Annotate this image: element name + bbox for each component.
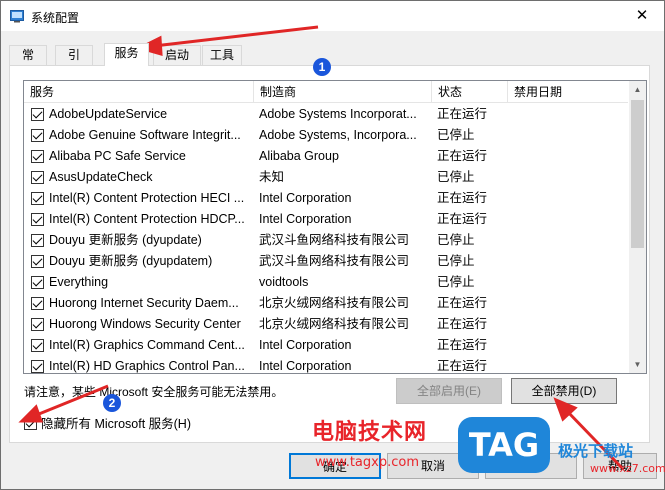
service-name: Intel(R) Content Protection HDCP... [49, 212, 245, 226]
service-name: Douyu 更新服务 (dyupdatem) [49, 254, 213, 268]
service-name: Intel(R) Content Protection HECI ... [49, 191, 245, 205]
service-checkbox[interactable] [31, 276, 44, 289]
service-manufacturer: 武汉斗鱼网络科技有限公司 [259, 233, 410, 247]
table-row[interactable]: Douyu 更新服务 (dyupdate) 武汉斗鱼网络科技有限公司 已停止 [24, 230, 628, 251]
scroll-down-arrow-icon[interactable]: ▼ [629, 356, 646, 373]
service-name: Douyu 更新服务 (dyupdate) [49, 233, 202, 247]
table-row[interactable]: Adobe Genuine Software Integrit... Adobe … [24, 125, 628, 146]
service-name: Intel(R) HD Graphics Control Pan... [49, 359, 245, 373]
service-name: Intel(R) Graphics Command Cent... [49, 338, 245, 352]
table-row[interactable]: Intel(R) Content Protection HECI ... Inte… [24, 188, 628, 209]
service-status: 已停止 [437, 233, 475, 247]
step-badge-1: 1 [313, 58, 331, 76]
table-row[interactable]: Intel(R) Graphics Command Cent... Intel C… [24, 335, 628, 356]
service-name: Huorong Windows Security Center [49, 317, 241, 331]
tab-tools[interactable]: 工具 [202, 45, 242, 65]
service-manufacturer: 北京火绒网络科技有限公司 [259, 296, 410, 310]
service-status: 正在运行 [437, 296, 488, 310]
service-manufacturer: Adobe Systems, Incorpora... [259, 128, 417, 142]
column-header-manufacturer[interactable]: 制造商 [254, 81, 432, 103]
service-status: 已停止 [437, 128, 475, 142]
service-status: 已停止 [437, 275, 475, 289]
service-manufacturer: Adobe Systems Incorporat... [259, 107, 417, 121]
service-checkbox[interactable] [31, 129, 44, 142]
table-row[interactable]: Alibaba PC Safe Service Alibaba Group 正在运行 [24, 146, 628, 167]
service-manufacturer: Intel Corporation [259, 359, 352, 373]
tab-boot[interactable]: 引导 [55, 45, 93, 80]
tab-general[interactable]: 常规 [9, 45, 47, 80]
service-name: AdobeUpdateService [49, 107, 168, 121]
scroll-up-arrow-icon[interactable]: ▲ [629, 81, 646, 98]
service-name: Adobe Genuine Software Integrit... [49, 128, 241, 142]
service-checkbox[interactable] [31, 318, 44, 331]
list-header: 服务 制造商 状态 禁用日期 [24, 81, 628, 103]
microsoft-services-notice: 请注意，某些 Microsoft 安全服务可能无法禁用。 [24, 385, 284, 399]
hide-microsoft-services-label: 隐藏所有 Microsoft 服务(H) [41, 417, 192, 431]
service-manufacturer: Intel Corporation [259, 212, 352, 226]
service-manufacturer: voidtools [259, 275, 309, 289]
service-checkbox[interactable] [31, 255, 44, 268]
service-name: AsusUpdateCheck [49, 170, 153, 184]
watermark-side-url: www.xz7.com [590, 462, 665, 475]
service-manufacturer: 武汉斗鱼网络科技有限公司 [259, 254, 410, 268]
table-row[interactable]: AdobeUpdateService Adobe Systems Incorpor… [24, 104, 628, 125]
system-config-icon [10, 10, 24, 23]
services-rows: AdobeUpdateService Adobe Systems Incorpor… [24, 104, 628, 373]
service-status: 正在运行 [437, 149, 488, 163]
step-badge-2: 2 [103, 394, 121, 412]
table-row[interactable]: Douyu 更新服务 (dyupdatem) 武汉斗鱼网络科技有限公司 已停止 [24, 251, 628, 272]
service-checkbox[interactable] [31, 297, 44, 310]
close-button[interactable]: ✕ [620, 1, 664, 31]
service-checkbox[interactable] [31, 339, 44, 352]
disable-all-button[interactable]: 全部禁用(D) [511, 378, 617, 404]
window-title: 系统配置 [31, 11, 80, 25]
service-status: 正在运行 [437, 191, 488, 205]
services-panel: 服务 制造商 状态 禁用日期 AdobeUpdateService Adobe S… [9, 65, 650, 443]
table-row[interactable]: Huorong Windows Security Center 北京火绒网络科技有… [24, 314, 628, 335]
title-bar: 系统配置 ✕ [1, 1, 664, 31]
service-checkbox[interactable] [31, 213, 44, 226]
column-header-service[interactable]: 服务 [24, 81, 254, 103]
watermark-tag-logo: TAG [458, 417, 550, 473]
service-status: 正在运行 [437, 107, 488, 121]
vertical-scrollbar[interactable]: ▲ ▼ [629, 81, 646, 373]
service-checkbox[interactable] [31, 150, 44, 163]
services-list: 服务 制造商 状态 禁用日期 AdobeUpdateService Adobe S… [23, 80, 647, 374]
service-status: 已停止 [437, 170, 475, 184]
table-row[interactable]: Intel(R) HD Graphics Control Pan... Intel… [24, 356, 628, 373]
column-header-disabled-date[interactable]: 禁用日期 [508, 81, 628, 103]
service-name: Huorong Internet Security Daem... [49, 296, 239, 310]
service-checkbox[interactable] [31, 360, 44, 373]
service-status: 正在运行 [437, 212, 488, 226]
watermark-site-name: 电脑技术网 [312, 420, 428, 445]
tab-startup[interactable]: 启动 [153, 45, 201, 65]
table-row[interactable]: Intel(R) Content Protection HDCP... Intel… [24, 209, 628, 230]
service-checkbox[interactable] [31, 171, 44, 184]
service-status: 已停止 [437, 254, 475, 268]
service-status: 正在运行 [437, 338, 488, 352]
table-row[interactable]: Everything voidtools 已停止 [24, 272, 628, 293]
scroll-thumb[interactable] [631, 100, 644, 248]
watermark-side-text: 极光下载站 [558, 442, 634, 460]
service-name: Everything [49, 275, 109, 289]
enable-all-button[interactable]: 全部启用(E) [396, 378, 502, 404]
column-header-status[interactable]: 状态 [432, 81, 508, 103]
service-manufacturer: 未知 [259, 170, 285, 184]
service-name: Alibaba PC Safe Service [49, 149, 186, 163]
table-row[interactable]: Huorong Internet Security Daem... 北京火绒网络科… [24, 293, 628, 314]
service-manufacturer: 北京火绒网络科技有限公司 [259, 317, 410, 331]
hide-microsoft-services-checkbox[interactable] [24, 417, 37, 430]
service-status: 正在运行 [437, 317, 488, 331]
tab-services[interactable]: 服务 [104, 43, 149, 66]
service-status: 正在运行 [437, 359, 488, 373]
service-manufacturer: Intel Corporation [259, 191, 352, 205]
service-checkbox[interactable] [31, 234, 44, 247]
watermark-url: www.tagxp.com [315, 455, 419, 470]
service-manufacturer: Intel Corporation [259, 338, 352, 352]
service-checkbox[interactable] [31, 108, 44, 121]
service-checkbox[interactable] [31, 192, 44, 205]
table-row[interactable]: AsusUpdateCheck 未知 已停止 [24, 167, 628, 188]
service-manufacturer: Alibaba Group [259, 149, 339, 163]
